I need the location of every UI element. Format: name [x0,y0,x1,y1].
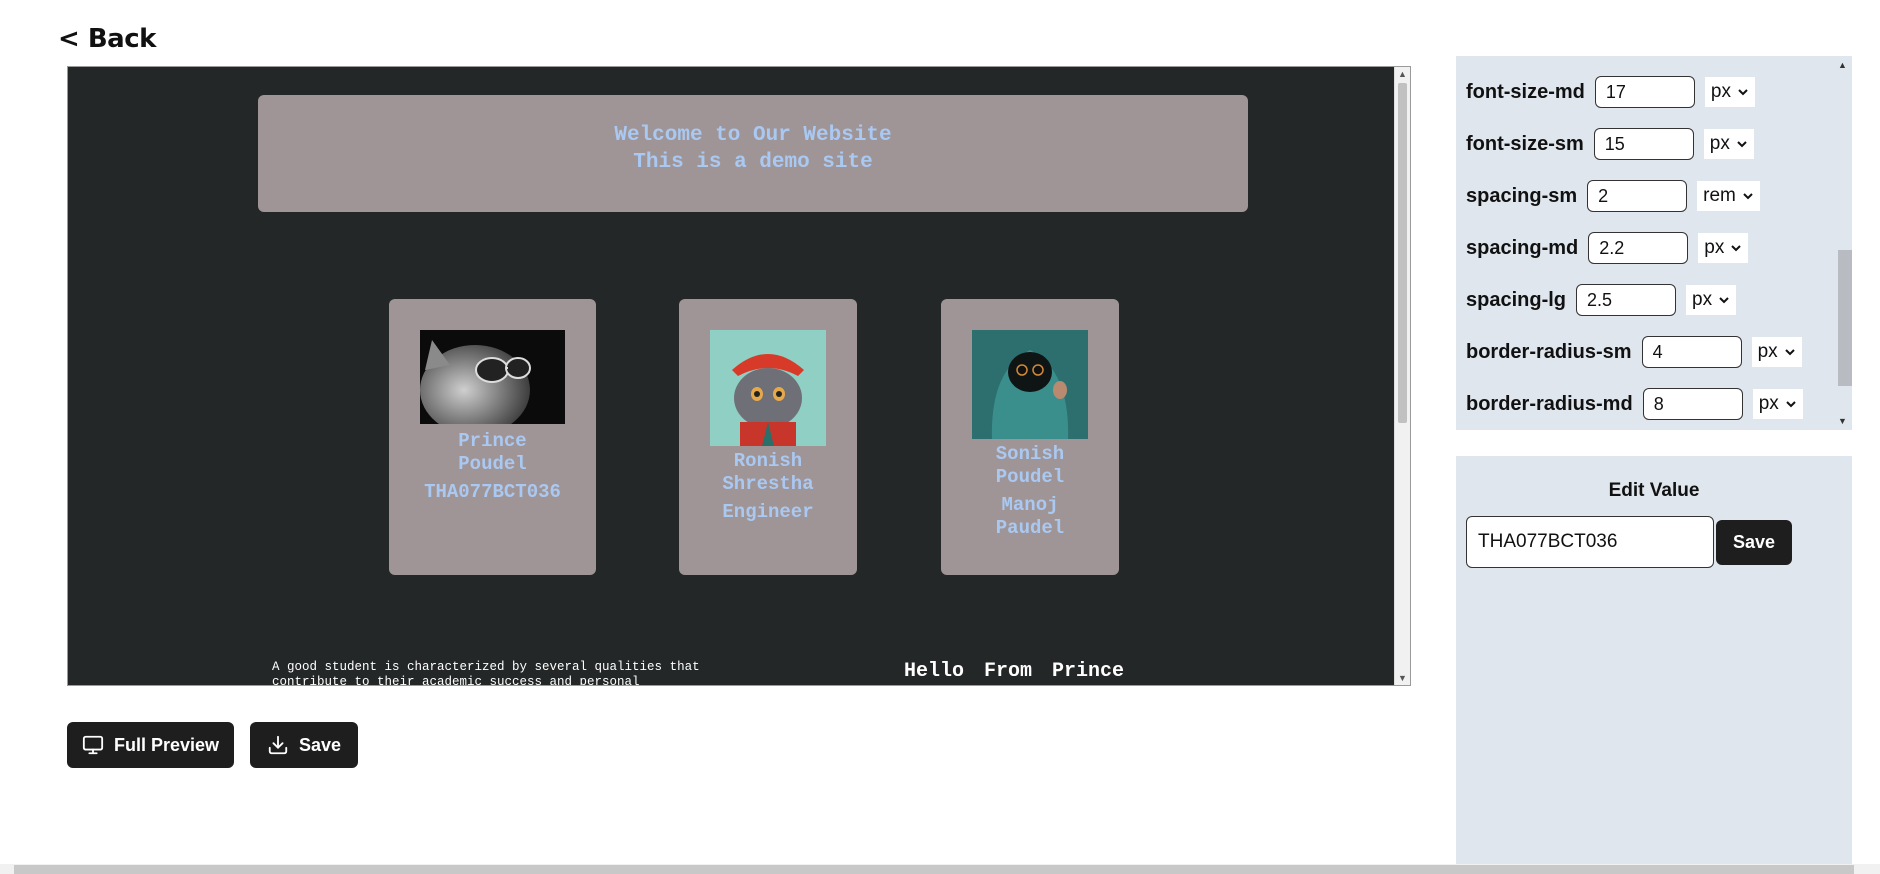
property-label: spacing-lg [1466,288,1567,311]
card-name-line1: Prince [458,430,527,452]
property-value-input[interactable]: 8 [1642,388,1743,420]
site-preview-frame[interactable]: Welcome to Our Website This is a demo si… [67,66,1411,686]
cat-with-sunglasses-photo [420,330,565,424]
chevron-down-icon [1719,297,1729,304]
save-label: Save [298,734,342,755]
card-subtitle-line1: Manoj [1001,494,1059,516]
unit-value: px [1709,133,1730,154]
chevron-down-icon [1784,349,1795,356]
property-label: spacing-sm [1466,184,1578,207]
chevron-down-icon [1743,193,1753,200]
unit-select[interactable]: px [1698,233,1749,263]
card-name-line2: Shrestha [722,473,814,495]
full-preview-label: Full Preview [113,734,220,755]
property-label: font-size-md [1466,80,1585,103]
unit-value: rem [1703,185,1736,206]
unit-value: px [1757,341,1778,362]
properties-scrollbar[interactable]: ▲ ▼ [1834,56,1852,430]
style-properties-panel[interactable]: font-size-md 17 px font-size-sm 15 px sp… [1456,56,1852,430]
properties-scroll-thumb[interactable] [1838,250,1852,386]
card-name-line2: Poudel [458,453,527,475]
property-value-input[interactable]: 15 [1593,128,1694,160]
chevron-down-icon [1737,141,1747,148]
chevron-down-icon [1738,89,1748,96]
property-row-font-size-sm: font-size-sm 15 px [1466,127,1754,161]
scroll-up-arrow-icon[interactable]: ▲ [1838,60,1847,70]
edit-value-input[interactable]: THA077BCT036 [1466,516,1714,568]
unit-value: px [1758,393,1779,414]
edit-save-button[interactable]: Save [1716,520,1792,565]
preview-scrollbar[interactable]: ▲ ▼ [1394,67,1410,685]
card-name-line2: Poudel [995,466,1065,488]
monitor-icon [82,735,104,755]
property-label: font-size-sm [1466,132,1584,155]
page-horizontal-scrollbar[interactable] [0,864,1880,874]
card-subtitle-line2: Paudel [995,517,1065,539]
hooded-figure-photo [972,330,1088,439]
hero-title: Welcome to Our Website [614,124,892,147]
property-value-input[interactable]: 4 [1641,336,1742,368]
profile-card-prince[interactable]: Prince Poudel THA077BCT036 [389,299,596,575]
hero-subtitle: This is a demo site [633,151,873,174]
back-link[interactable]: < Back [58,24,156,54]
hero-banner[interactable]: Welcome to Our Website This is a demo si… [258,95,1248,212]
property-row-border-radius-md: border-radius-md 8 px [1466,387,1803,421]
unit-select[interactable]: rem [1697,181,1760,211]
property-row-font-size-md: font-size-md 17 px [1466,75,1755,109]
profile-card-sonish[interactable]: Sonish Poudel Manoj Paudel [941,299,1119,575]
card-subtitle: THA077BCT036 [424,481,561,503]
chevron-down-icon [1786,401,1796,408]
property-value-input[interactable]: 2.5 [1576,284,1677,316]
property-row-spacing-sm: spacing-sm 2 rem [1466,179,1760,213]
property-label: border-radius-md [1466,392,1633,415]
property-row-spacing-lg: spacing-lg 2.5 px [1466,283,1737,317]
unit-select[interactable]: px [1686,285,1737,315]
unit-value: px [1692,289,1713,310]
edit-value-title: Edit Value [1608,480,1700,501]
edit-value-panel: Edit Value THA077BCT036 Save [1456,456,1852,864]
unit-select[interactable]: px [1752,389,1803,419]
property-row-spacing-md: spacing-md 2.2 px [1466,231,1749,265]
property-value-input[interactable]: 2 [1587,180,1688,212]
page-horizontal-scroll-thumb[interactable] [14,865,1854,874]
hello-heading: Hello From Prince [904,660,1125,683]
preview-scroll-thumb[interactable] [1398,83,1407,423]
chevron-down-icon [1731,245,1742,252]
unit-value: px [1704,237,1725,258]
property-value-input[interactable]: 17 [1594,76,1695,108]
download-icon [268,735,288,755]
scroll-up-arrow-icon[interactable]: ▲ [1395,67,1410,81]
property-label: border-radius-sm [1466,340,1632,363]
property-label: spacing-md [1466,236,1579,259]
property-value-input[interactable]: 2.2 [1588,232,1689,264]
unit-select[interactable]: px [1704,77,1755,107]
unit-select[interactable]: px [1751,337,1802,367]
card-name-line1: Ronish [733,450,803,472]
card-subtitle: Engineer [722,501,814,523]
scroll-down-arrow-icon[interactable]: ▼ [1395,671,1410,685]
profile-card-ronish[interactable]: Ronish Shrestha Engineer [679,299,857,575]
full-preview-button[interactable]: Full Preview [67,722,234,768]
scroll-down-arrow-icon[interactable]: ▼ [1838,416,1847,426]
footer-paragraph: A good student is characterized by sever… [272,660,700,686]
unit-value: px [1710,81,1731,102]
save-download-button[interactable]: Save [250,722,358,768]
cat-in-red-hat-photo [710,330,826,446]
property-row-border-radius-sm: border-radius-sm 4 px [1466,335,1802,369]
card-name-line1: Sonish [995,443,1065,465]
unit-select[interactable]: px [1703,129,1754,159]
